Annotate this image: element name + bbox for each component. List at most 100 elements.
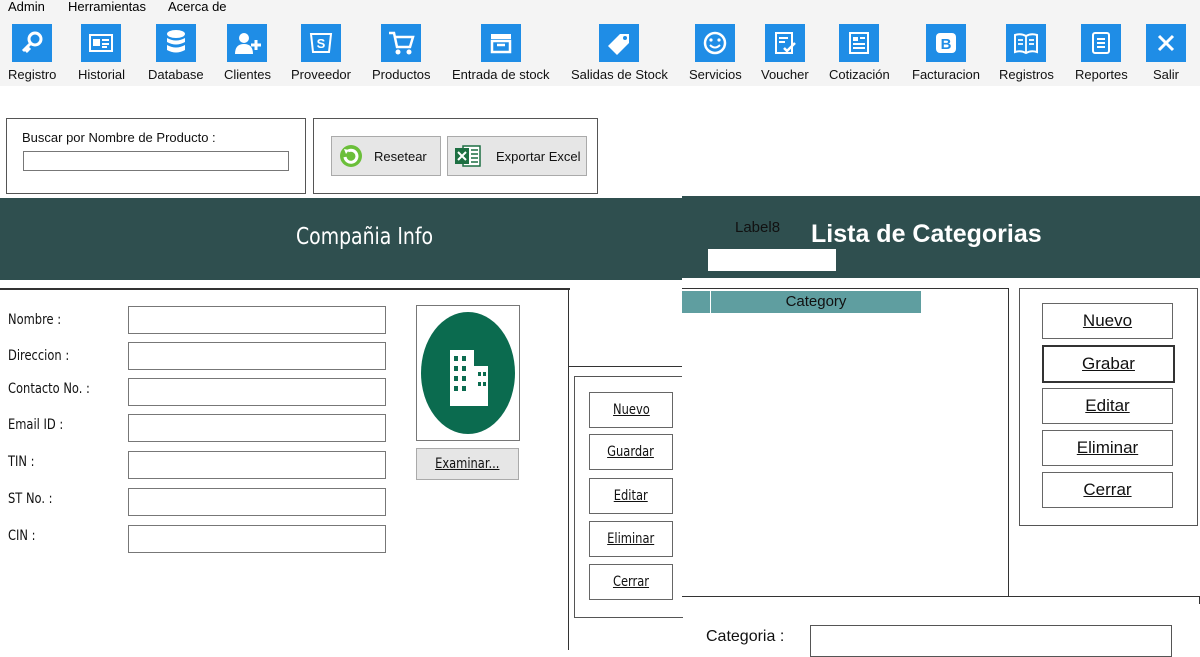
category-title: Lista de Categorias <box>811 220 1042 248</box>
svg-text:B: B <box>941 36 952 53</box>
toolbar-cotizacion-button[interactable]: Cotización <box>829 24 890 82</box>
toolbar-registros-button[interactable]: Registros <box>999 24 1054 82</box>
row-header-cell <box>682 291 711 313</box>
toolbar-label: Servicios <box>689 67 742 82</box>
toolbar-label: Reportes <box>1075 67 1128 82</box>
menu-acerca-de[interactable]: Acerca de <box>168 0 227 14</box>
categoria-field[interactable] <box>810 625 1172 657</box>
toolbar-label: Entrada de stock <box>452 67 550 82</box>
book-icon <box>1006 24 1047 62</box>
toolbar-voucher-button[interactable]: Voucher <box>761 24 809 82</box>
logo-frame <box>416 305 520 441</box>
company-editar-button[interactable]: Editar <box>589 478 673 514</box>
button-label: Eliminar <box>607 531 655 547</box>
button-label: Guardar <box>607 444 655 460</box>
excel-icon <box>454 144 482 168</box>
company-guardar-button[interactable]: Guardar <box>589 434 673 470</box>
button-label: Grabar <box>1082 354 1135 373</box>
database-icon <box>155 24 196 62</box>
toolbar-label: Clientes <box>224 67 271 82</box>
search-label: Buscar por Nombre de Producto : <box>22 130 216 145</box>
toolbar-label: Voucher <box>761 67 809 82</box>
document-icon <box>839 24 880 62</box>
toolbar-productos-button[interactable]: Productos <box>372 24 431 82</box>
toolbar-label: Facturacion <box>912 67 980 82</box>
category-banner: Label8 Lista de Categorias <box>682 196 1200 278</box>
category-grid[interactable]: Category <box>682 288 1009 597</box>
button-label: Editar <box>613 488 648 504</box>
company-eliminar-button[interactable]: Eliminar <box>589 521 673 557</box>
list-icon <box>1081 24 1122 62</box>
company-banner: Compañia Info <box>0 198 682 280</box>
menu-bar: Admin Herramientas Acerca de <box>0 0 1200 16</box>
category-grabar-button[interactable]: Grabar <box>1042 345 1175 383</box>
tag-icon <box>599 24 640 62</box>
toolbar-reportes-button[interactable]: Reportes <box>1075 24 1128 82</box>
category-search-field[interactable] <box>708 249 836 271</box>
search-group: Buscar por Nombre de Producto : <box>6 118 306 194</box>
button-label: Editar <box>1085 396 1130 415</box>
button-label: Cerrar <box>1083 480 1132 499</box>
toolbar-label: Registro <box>8 67 57 82</box>
button-label: Nuevo <box>612 402 650 418</box>
nombre-field[interactable] <box>128 306 386 334</box>
browse-button[interactable]: Examinar... <box>416 448 519 480</box>
menu-admin[interactable]: Admin <box>8 0 45 14</box>
toolbar-facturacion-button[interactable]: B Facturacion <box>912 24 980 82</box>
browse-label: Examinar... <box>435 456 500 472</box>
category-nuevo-button[interactable]: Nuevo <box>1042 303 1173 339</box>
export-excel-button[interactable]: Exportar Excel <box>447 136 587 176</box>
refresh-icon <box>338 143 364 169</box>
reset-button[interactable]: Resetear <box>331 136 441 176</box>
company-nuevo-button[interactable]: Nuevo <box>589 392 673 428</box>
button-label: Nuevo <box>1082 311 1133 330</box>
toolbar-label: Cotización <box>829 67 890 82</box>
divider <box>0 288 570 290</box>
direccion-field[interactable] <box>128 342 386 370</box>
company-title: Compañia Info <box>296 224 434 250</box>
company-cerrar-button[interactable]: Cerrar <box>589 564 673 600</box>
toolbar-label: Salir <box>1152 67 1179 82</box>
supplier-icon: S <box>300 24 341 62</box>
toolbar: Registro Historial Database Clientes S P… <box>0 16 1200 86</box>
smile-icon <box>695 24 736 62</box>
tin-field[interactable] <box>128 451 386 479</box>
category-column-header[interactable]: Category <box>711 291 921 313</box>
export-label: Exportar Excel <box>496 148 581 164</box>
toolbar-registro-button[interactable]: Registro <box>8 24 56 82</box>
search-input[interactable] <box>23 151 289 171</box>
tin-label: TIN : <box>8 454 35 470</box>
st-no-label: ST No. : <box>8 491 53 507</box>
toolbar-historial-button[interactable]: Historial <box>78 24 125 82</box>
building-icon <box>421 312 515 434</box>
cart-icon <box>381 24 422 62</box>
menu-herramientas[interactable]: Herramientas <box>68 0 146 14</box>
toolbar-servicios-button[interactable]: Servicios <box>689 24 742 82</box>
toolbar-entrada-stock-button[interactable]: Entrada de stock <box>452 24 550 82</box>
toolbar-salir-button[interactable]: Salir <box>1146 24 1186 82</box>
toolbar-clientes-button[interactable]: Clientes <box>224 24 271 82</box>
cin-field[interactable] <box>128 525 386 553</box>
direccion-label: Direccion : <box>8 348 70 364</box>
toolbar-salidas-stock-button[interactable]: Salidas de Stock <box>571 24 668 82</box>
categoria-label: Categoria : <box>706 628 785 645</box>
checklist-icon <box>764 24 805 62</box>
toolbar-label: Database <box>148 67 204 82</box>
category-eliminar-button[interactable]: Eliminar <box>1042 430 1173 466</box>
button-label: Cerrar <box>612 574 650 590</box>
category-editar-button[interactable]: Editar <box>1042 388 1173 424</box>
svg-text:S: S <box>317 36 326 51</box>
toolbar-database-button[interactable]: Database <box>148 24 204 82</box>
email-label: Email ID : <box>8 417 64 433</box>
email-field[interactable] <box>128 414 386 442</box>
toolbar-proveedor-button[interactable]: S Proveedor <box>291 24 351 82</box>
label8: Label8 <box>735 219 781 236</box>
st-no-field[interactable] <box>128 488 386 516</box>
toolbar-label: Salidas de Stock <box>571 67 668 82</box>
category-cerrar-button[interactable]: Cerrar <box>1042 472 1173 508</box>
button-label: Eliminar <box>1076 438 1139 457</box>
toolbar-label: Historial <box>78 67 125 82</box>
b-icon: B <box>925 24 966 62</box>
add-user-icon <box>227 24 268 62</box>
contacto-field[interactable] <box>128 378 386 406</box>
